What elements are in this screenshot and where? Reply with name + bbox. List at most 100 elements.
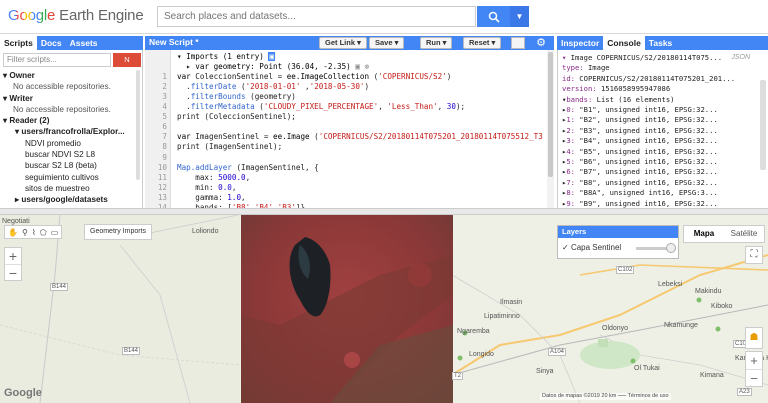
draw-zoom-controls: + − — [4, 247, 22, 281]
scripts-scrollbar[interactable] — [136, 70, 140, 180]
get-link-label: Get Link — [325, 38, 356, 47]
tree-section[interactable]: ▾ Writer — [3, 93, 141, 104]
map-type-satellite[interactable]: Satélite — [724, 226, 764, 242]
map-attribution[interactable]: Datos de mapas ©2019 20 km ⎯⎯⎯ Términos … — [540, 393, 671, 400]
marker-icon[interactable]: ⚲ — [22, 228, 28, 237]
script-file[interactable]: buscar NDVI S2 L8 — [3, 149, 141, 160]
road-shield: T2 — [452, 372, 464, 380]
apps-grid-icon[interactable] — [511, 37, 525, 49]
console-line[interactable]: version: 1516058995947086 — [562, 84, 760, 94]
layer-item[interactable]: ✓ Capa Sentinel — [562, 243, 621, 252]
console-line[interactable]: type: Image — [562, 63, 760, 73]
code-line[interactable]: .filterDate ('2018-01-01' ,'2018-05-30') — [177, 82, 369, 92]
console-line[interactable]: ▸7: "B8", unsigned int16, EPSG:32... — [562, 178, 760, 188]
map-zoom-in-button[interactable]: + — [746, 352, 762, 369]
map-zoom-out-button[interactable]: − — [746, 369, 762, 386]
console-line[interactable]: ▸2: "B3", unsigned int16, EPSG:32... — [562, 126, 760, 136]
geometry-imports-button[interactable]: Geometry Imports — [84, 224, 153, 240]
script-file[interactable]: buscar S2 L8 (beta) — [3, 160, 141, 171]
tab-assets[interactable]: Assets — [66, 36, 102, 50]
console-line[interactable]: id: COPERNICUS/S2/20180114T075201_201... — [562, 74, 760, 84]
code-editor[interactable]: ▾ Imports (1 entry) ▣ ▸ var geometry: Po… — [145, 50, 554, 208]
line-number: 12 — [157, 182, 167, 192]
search-input[interactable] — [158, 7, 475, 26]
map-type-switch: Mapa Satélite — [683, 225, 765, 243]
console-line[interactable]: ▸0: "B1", unsigned int16, EPSG:32... — [562, 105, 760, 115]
editor-toolbar: New Script * Get Link ▾ Save ▾ Run ▾ Res… — [145, 36, 554, 50]
place-label: Kiboko — [711, 303, 733, 310]
search-box[interactable] — [157, 6, 476, 27]
console-line[interactable]: ▸4: "B5", unsigned int16, EPSG:32... — [562, 147, 760, 157]
line-number: 9 — [162, 152, 167, 162]
search-options-dropdown[interactable]: ▼ — [510, 6, 529, 27]
tab-console[interactable]: Console — [603, 36, 645, 50]
pegman-icon[interactable]: ☗ — [745, 327, 763, 349]
get-link-button[interactable]: Get Link ▾ — [319, 37, 367, 49]
line-number: 10 — [157, 162, 167, 172]
hand-icon[interactable]: ✋ — [8, 228, 18, 237]
console-line[interactable]: ▸5: "B6", unsigned int16, EPSG:32... — [562, 157, 760, 167]
panel-splitter[interactable] — [0, 208, 768, 215]
fullscreen-icon[interactable]: ⛶ — [745, 246, 763, 264]
repo-folder[interactable]: ▸ users/google/datasets — [3, 194, 141, 205]
script-title[interactable]: New Script * — [149, 37, 199, 47]
console-line[interactable]: ▾ Image COPERNICUS/S2/20180114T075... — [562, 53, 760, 63]
map-view[interactable]: NegotiatiLoliondoEleraiLipatiminnoLebeks… — [0, 215, 768, 403]
console-line[interactable]: ▾bands: List (16 elements) — [562, 95, 760, 105]
filter-scripts-input[interactable]: Filter scripts... — [3, 53, 111, 67]
gear-icon[interactable]: ⚙ — [534, 36, 548, 50]
zoom-out-button[interactable]: − — [5, 264, 21, 281]
code-line[interactable]: print (ColeccionSentinel); — [177, 112, 296, 122]
script-file[interactable]: sitos de muestreo — [3, 183, 141, 194]
line-icon[interactable]: ⌇ — [32, 228, 36, 237]
console-line[interactable]: ▸1: "B2", unsigned int16, EPSG:32... — [562, 115, 760, 125]
tree-section[interactable]: ▾ Reader (2) — [3, 115, 141, 126]
right-panel-tabs: Inspector Console Tasks — [557, 36, 768, 50]
editor-scrollbar[interactable] — [547, 50, 554, 208]
console-scrollbar[interactable] — [760, 80, 766, 170]
road-shield: A23 — [737, 388, 752, 396]
tree-section[interactable]: ▾ Owner — [3, 70, 141, 81]
code-line[interactable]: gamma: 1.0, — [177, 193, 245, 203]
code-line[interactable]: Map.addLayer (ImagenSentinel, { — [177, 163, 319, 173]
run-button[interactable]: Run ▾ — [420, 37, 453, 49]
tab-tasks[interactable]: Tasks — [645, 36, 676, 50]
code-line[interactable]: var ColeccionSentinel = ee.ImageCollecti… — [177, 72, 451, 82]
tab-docs[interactable]: Docs — [37, 36, 66, 50]
console-line[interactable]: ▸9: "B9", unsigned int16, EPSG:32... — [562, 199, 760, 208]
code-line[interactable]: .filterBounds (geometry) — [177, 92, 296, 102]
tab-scripts[interactable]: Scripts — [0, 36, 37, 50]
console-line[interactable]: ▸8: "B8A", unsigned int16, EPSG:3... — [562, 188, 760, 198]
save-button[interactable]: Save ▾ — [369, 37, 405, 49]
search-button[interactable] — [477, 6, 510, 27]
map-type-mapa[interactable]: Mapa — [684, 226, 724, 242]
opacity-slider-knob[interactable] — [666, 243, 676, 253]
repo-folder[interactable]: ▾ users/francofrolla/Explor... — [3, 126, 141, 137]
road-shield: C102 — [616, 266, 635, 274]
zoom-in-button[interactable]: + — [5, 248, 21, 264]
script-file[interactable]: seguimiento cultivos — [3, 172, 141, 183]
left-panel-tabs: Scripts Docs Assets — [0, 36, 143, 50]
place-label: Ilmasin — [500, 299, 523, 306]
header: Google Earth Engine ▼ — [0, 0, 768, 34]
rectangle-icon[interactable]: ▭ — [51, 228, 59, 237]
code-line[interactable]: var ImagenSentinel = ee.Image ('COPERNIC… — [177, 132, 543, 142]
console-line[interactable]: ▸6: "B7", unsigned int16, EPSG:32... — [562, 167, 760, 177]
code-line[interactable]: ▸ var geometry: Point (36.04, -2.35) ▣ ⊗ — [177, 62, 369, 72]
script-file[interactable]: NDVI promedio — [3, 138, 141, 149]
code-line[interactable]: min: 0.0, — [177, 183, 236, 193]
code-line[interactable]: max: 5000.0, — [177, 173, 250, 183]
code-line[interactable]: ▾ Imports (1 entry) ▣ — [177, 52, 276, 62]
tab-inspector[interactable]: Inspector — [557, 36, 603, 50]
place-label: Negotiati — [2, 218, 30, 225]
polygon-icon[interactable]: ⬠ — [40, 228, 47, 237]
checkbox-icon[interactable]: ✓ — [562, 243, 569, 252]
console-line[interactable]: ▸3: "B4", unsigned int16, EPSG:32... — [562, 136, 760, 146]
code-line[interactable]: print (ImagenSentinel); — [177, 142, 282, 152]
new-script-button[interactable]: N — [113, 53, 141, 67]
layers-title: Layers — [558, 226, 678, 238]
code-line[interactable]: .filterMetadata ('CLOUDY_PIXEL_PERCENTAG… — [177, 102, 465, 112]
place-label: Sinya — [536, 368, 554, 375]
road-shield: A104 — [548, 348, 567, 356]
reset-button[interactable]: Reset ▾ — [463, 37, 502, 49]
